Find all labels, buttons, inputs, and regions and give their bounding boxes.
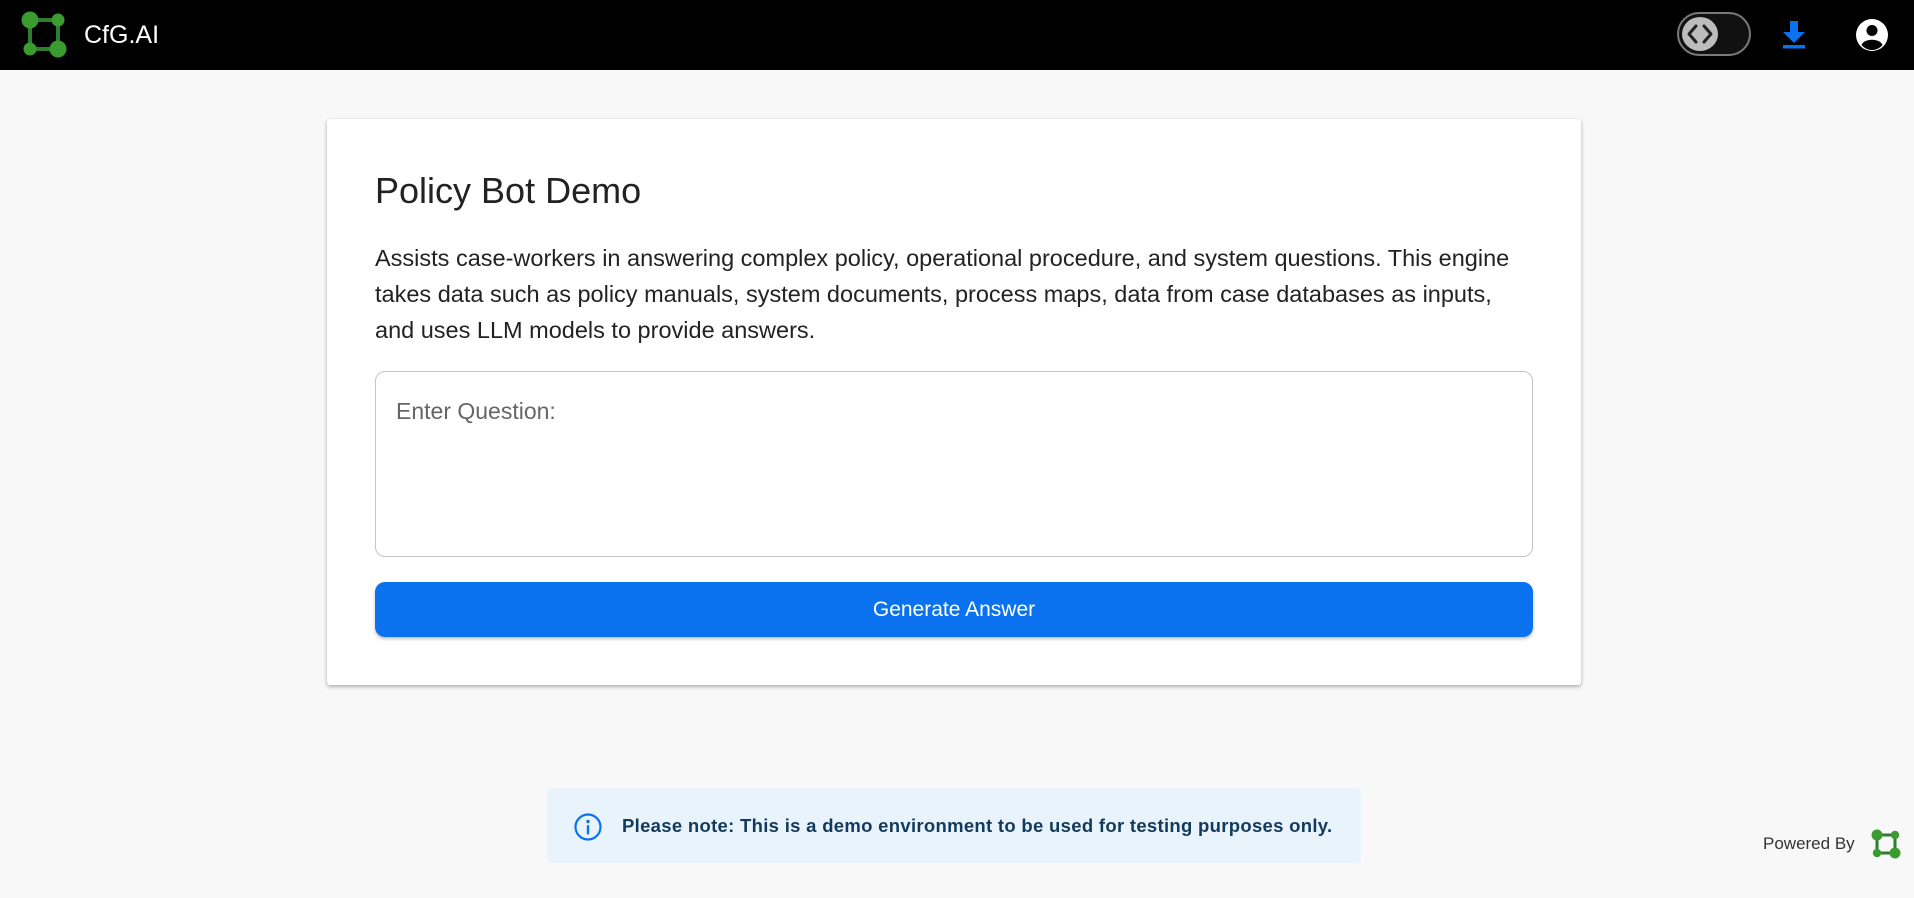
top-app-bar: CfG.AI	[0, 0, 1914, 70]
code-brackets-icon	[1687, 24, 1713, 44]
policy-bot-card: Policy Bot Demo Assists case-workers in …	[327, 119, 1581, 685]
network-nodes-icon[interactable]	[20, 11, 70, 59]
demo-notice: Please note: This is a demo environment …	[547, 788, 1361, 863]
app-title: CfG.AI	[84, 21, 160, 49]
question-input[interactable]	[375, 371, 1533, 557]
page-title: Policy Bot Demo	[375, 170, 642, 211]
info-icon	[574, 813, 602, 841]
powered-by-label: Powered By	[1763, 834, 1855, 853]
account-circle-icon[interactable]	[1855, 18, 1889, 52]
card-description: Assists case-workers in answering comple…	[375, 245, 1510, 343]
download-icon[interactable]	[1779, 18, 1809, 50]
notice-text: Please note: This is a demo environment …	[622, 815, 1333, 836]
code-view-toggle[interactable]	[1677, 12, 1751, 56]
network-nodes-icon	[1871, 829, 1901, 859]
generate-answer-button[interactable]: Generate Answer	[375, 582, 1533, 637]
toggle-knob	[1682, 17, 1718, 51]
